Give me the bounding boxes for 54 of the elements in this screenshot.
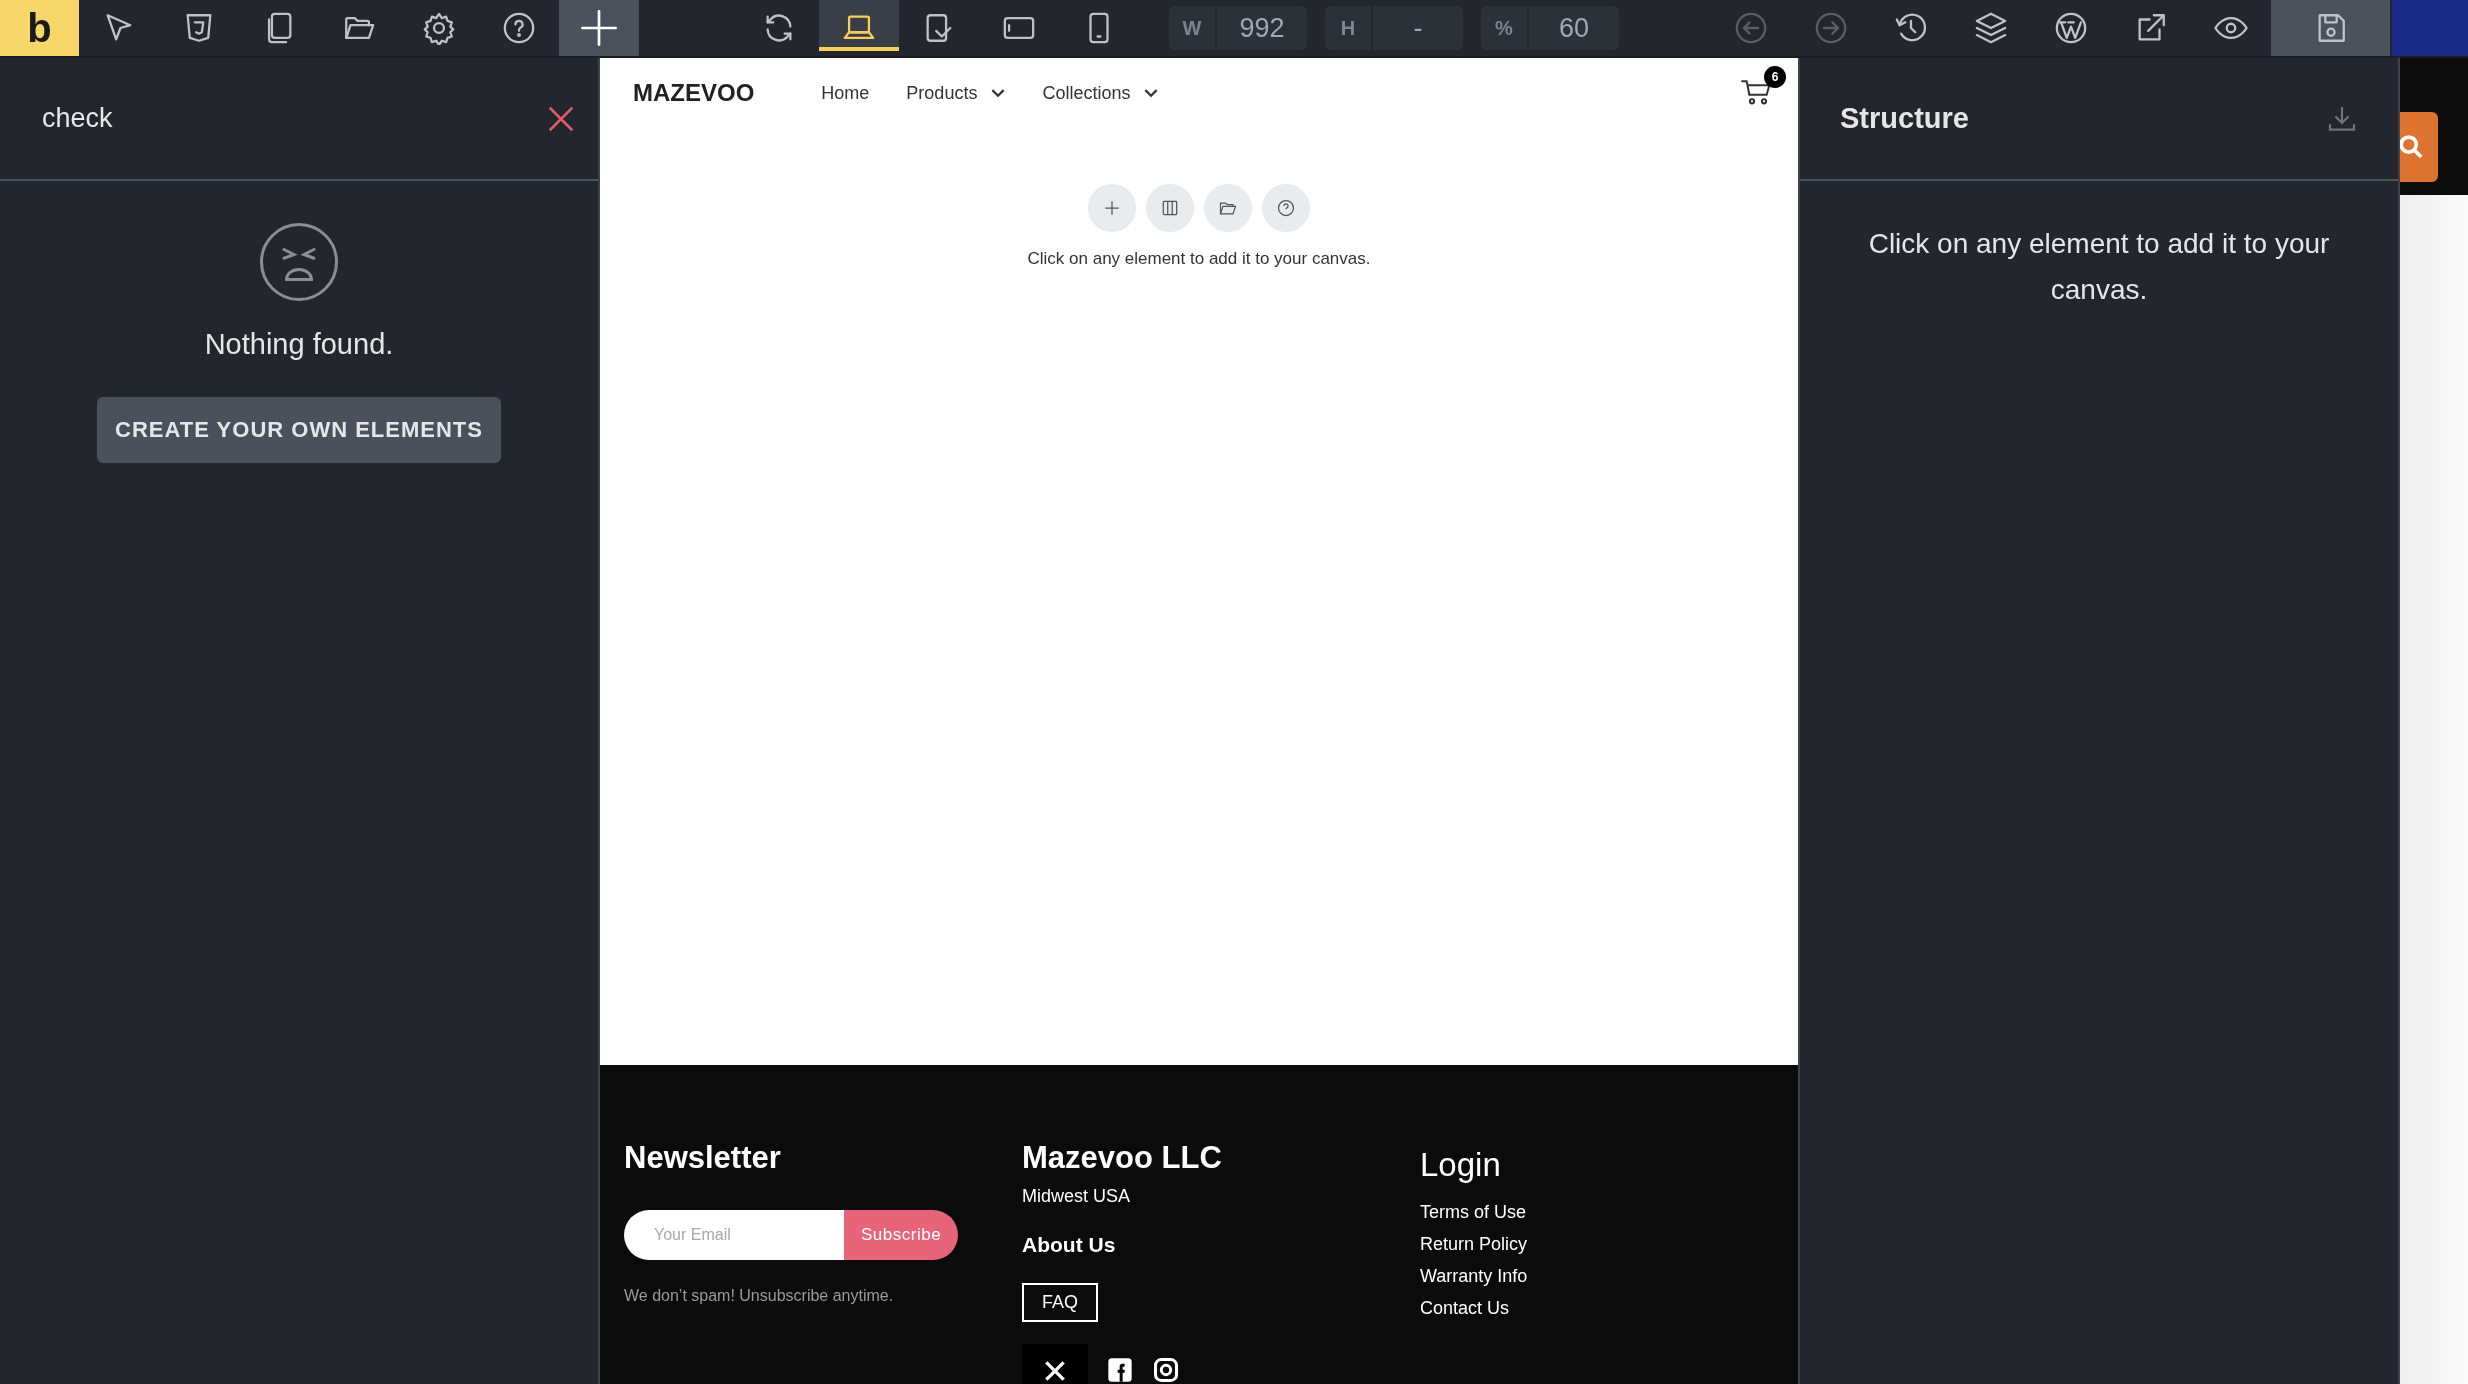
field-label: H — [1325, 6, 1373, 50]
nav-link[interactable]: Products — [906, 82, 1006, 104]
canvas-hint: Click on any element to add it to your canvas. — [1027, 249, 1371, 269]
wordpress-icon — [2054, 11, 2088, 45]
help-icon — [1276, 198, 1296, 218]
help-button[interactable] — [1262, 184, 1310, 232]
field-value: - — [1412, 11, 1424, 45]
footer-link[interactable]: Terms of Use — [1420, 1202, 1527, 1223]
add-icon — [579, 8, 619, 48]
dimension-field[interactable]: W 992 — [1169, 6, 1307, 50]
newsletter-note: We don’t spam! Unsubscribe anytime. — [624, 1287, 894, 1305]
field-label: % — [1481, 6, 1529, 50]
app-logo[interactable]: b — [0, 0, 79, 56]
search-field[interactable]: check — [40, 102, 546, 135]
columns-icon — [1160, 198, 1180, 218]
footer-link[interactable]: Return Policy — [1420, 1234, 1528, 1255]
footer-heading: Login — [1420, 1146, 1501, 1184]
folder-button[interactable] — [1204, 184, 1252, 232]
field-value: 992 — [1238, 11, 1286, 45]
dimension-field[interactable]: H - — [1325, 6, 1463, 50]
footer-heading: Mazevoo LLC — [1022, 1140, 1222, 1176]
structure-hint: Click on any element to add it to your canvas. — [1867, 227, 2331, 307]
dimension-field[interactable]: % 60 — [1481, 6, 1619, 50]
layers-icon — [1974, 11, 2008, 45]
x-button[interactable] — [1022, 1344, 1088, 1384]
email-field[interactable]: Your Email — [624, 1210, 844, 1260]
create-elements-button[interactable]: CREATE YOUR OWN ELEMENTS — [97, 397, 501, 463]
search-button[interactable] — [2400, 111, 2438, 182]
field-label: W — [1169, 6, 1217, 50]
cart-count-badge: 6 — [1764, 66, 1786, 88]
about-link[interactable]: About Us — [1022, 1233, 1116, 1257]
save-button[interactable] — [2271, 0, 2390, 56]
plus-icon — [1102, 198, 1122, 218]
faq-button[interactable]: FAQ — [1022, 1283, 1098, 1322]
facebook-icon[interactable] — [1106, 1356, 1134, 1384]
frustrated-face-icon — [259, 222, 339, 302]
field-value: 60 — [1557, 11, 1590, 45]
x-logo-icon — [1042, 1358, 1068, 1384]
columns-button[interactable] — [1146, 184, 1194, 232]
help-icon — [502, 11, 536, 45]
chevron-down-icon — [1144, 88, 1159, 98]
empty-message: Nothing found. — [204, 328, 394, 361]
footer-link[interactable]: Warranty Info — [1420, 1266, 1528, 1287]
nav-link[interactable]: Home — [821, 82, 870, 104]
panel-title: Structure — [1840, 102, 1969, 135]
footer-link[interactable]: Contact Us — [1420, 1298, 1510, 1319]
company-location: Midwest USA — [1022, 1186, 1131, 1207]
footer-heading: Newsletter — [624, 1140, 781, 1176]
brand-logo[interactable]: MAZEVOO — [633, 79, 755, 107]
toolbar-button[interactable] — [559, 0, 639, 56]
chevron-down-icon — [991, 88, 1006, 98]
instagram-icon[interactable] — [1152, 1356, 1180, 1384]
nav-link[interactable]: Collections — [1042, 82, 1159, 104]
settings-icon — [422, 11, 456, 45]
